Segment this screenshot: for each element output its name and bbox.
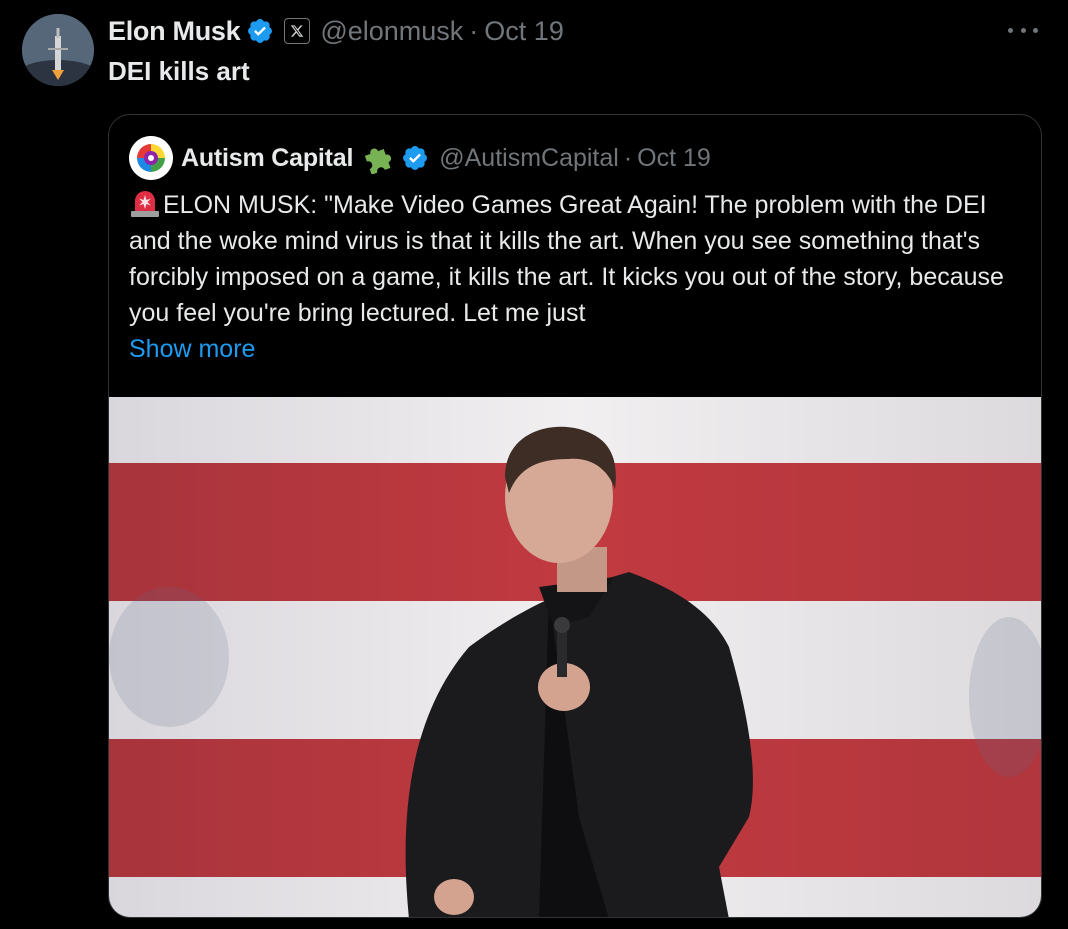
show-more-link[interactable]: Show more (129, 331, 1029, 367)
author-handle[interactable]: @elonmusk (320, 16, 463, 47)
quote-media-image[interactable] (109, 397, 1041, 917)
tweet-header: Elon Musk @elonmusk · Oct 19 (108, 14, 564, 48)
quote-author-avatar[interactable] (129, 136, 173, 180)
x-logo-icon (284, 18, 311, 44)
quoted-tweet[interactable]: Autism Capital @AutismCapital · Oct 19 E… (108, 114, 1042, 918)
quote-header: Autism Capital @AutismCapital · Oct 19 (129, 135, 711, 181)
author-name[interactable]: Elon Musk (108, 16, 241, 47)
verified-badge-icon (246, 17, 274, 45)
puzzle-piece-icon (361, 142, 393, 174)
tweet-date[interactable]: Oct 19 (484, 16, 564, 47)
separator: · (469, 15, 479, 46)
quote-author-name[interactable]: Autism Capital (181, 144, 353, 173)
tweet-text: DEI kills art (108, 56, 250, 86)
quote-body: ELON MUSK: "Make Video Games Great Again… (129, 187, 1029, 367)
quote-author-handle[interactable]: @AutismCapital (439, 144, 619, 173)
separator: · (623, 143, 633, 172)
quote-date[interactable]: Oct 19 (637, 144, 711, 173)
more-options-icon[interactable] (1008, 20, 1038, 40)
tweet[interactable]: Elon Musk @elonmusk · Oct 19 DEI kills a… (0, 0, 1068, 929)
rotating-light-icon (129, 189, 161, 217)
quote-text: ELON MUSK: "Make Video Games Great Again… (129, 191, 1004, 327)
verified-badge-icon (401, 144, 429, 172)
author-avatar[interactable] (22, 14, 94, 86)
